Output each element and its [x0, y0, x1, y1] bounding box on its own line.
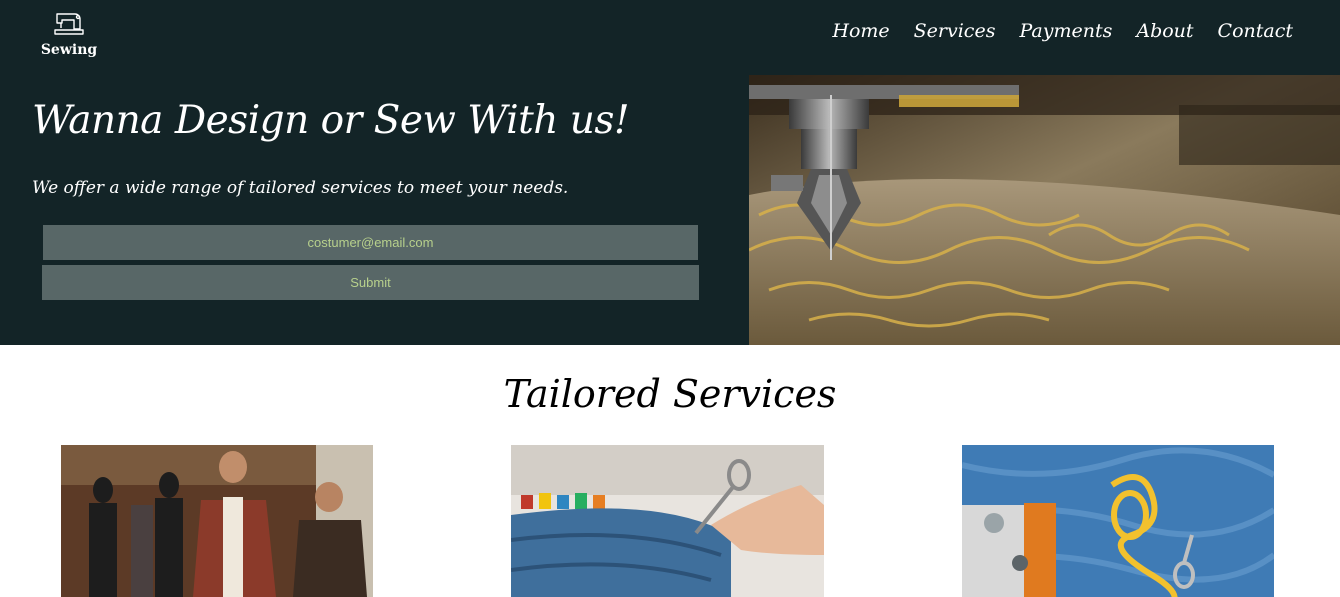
service-image-tailors — [61, 445, 373, 597]
nav-payments[interactable]: Payments — [1019, 17, 1112, 45]
brand-name: Sewing — [40, 42, 98, 58]
nav-services[interactable]: Services — [914, 17, 996, 45]
email-input[interactable] — [43, 225, 698, 260]
hero-image-sewing-needle — [749, 75, 1340, 345]
hero-subtitle: We offer a wide range of tailored servic… — [32, 178, 569, 198]
nav-about[interactable]: About — [1136, 17, 1193, 45]
nav-contact[interactable]: Contact — [1218, 17, 1293, 45]
services-section-title: Tailored Services — [503, 372, 837, 416]
brand-logo[interactable]: Sewing — [38, 8, 100, 68]
hero-title: Wanna Design or Sew With us! — [32, 98, 630, 143]
nav-home[interactable]: Home — [832, 17, 889, 45]
submit-button[interactable]: Submit — [42, 265, 699, 300]
service-image-denim-tools — [962, 445, 1274, 597]
hero-section: Sewing Home Services Payments About Cont… — [0, 0, 1340, 345]
service-image-cutting-denim — [511, 445, 824, 597]
main-nav: Home Services Payments About Contact — [832, 17, 1293, 45]
sewing-machine-icon — [54, 13, 84, 35]
